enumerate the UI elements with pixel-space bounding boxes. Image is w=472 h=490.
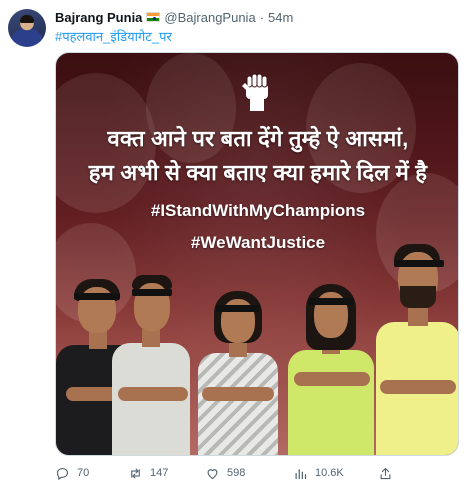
retweet-icon <box>131 468 140 478</box>
reply-count: 70 <box>77 467 90 479</box>
hashtag-link[interactable]: #पहलवान_इंडियागेट_पर <box>55 27 172 45</box>
raised-fist-icon <box>242 73 268 111</box>
heart-icon <box>207 468 218 479</box>
wrestler-figure <box>288 280 374 455</box>
reply-icon <box>56 467 69 480</box>
author-name[interactable]: Bajrang Punia <box>55 10 142 25</box>
views-chart-icon <box>295 468 307 479</box>
tweet-actions: 70 147 598 10.6K <box>55 464 455 482</box>
wrestler-figure <box>376 240 458 455</box>
like-button[interactable]: 598 <box>205 464 245 482</box>
share-icon <box>380 467 391 479</box>
tweet[interactable]: Bajrang Punia @BajrangPunia · 54m #पहलवा… <box>0 0 472 490</box>
like-count: 598 <box>227 467 246 479</box>
timestamp[interactable]: 54m <box>268 10 293 25</box>
separator-dot: · <box>259 9 265 25</box>
poem-line-1: वक्त आने पर बता देंगे तुम्हे ऐ आसमां, <box>107 126 409 151</box>
views-count: 10.6K <box>315 467 344 479</box>
avatar[interactable] <box>8 9 46 47</box>
wrestler-figure <box>112 269 192 455</box>
tweet-image[interactable]: वक्त आने पर बता देंगे तुम्हे ऐ आसमां, हम… <box>55 52 459 456</box>
retweet-button[interactable]: 147 <box>128 464 168 482</box>
author-handle[interactable]: @BajrangPunia <box>164 10 255 25</box>
retweet-count: 147 <box>150 467 169 479</box>
reply-button[interactable]: 70 <box>55 464 89 482</box>
indian-flag-icon <box>146 12 161 22</box>
tweet-header: Bajrang Punia @BajrangPunia · 54m <box>55 9 293 25</box>
image-hashtag-1: #IStandWithMyChampions <box>150 201 366 220</box>
wrestler-figure <box>198 285 278 455</box>
views-button[interactable]: 10.6K <box>293 464 344 482</box>
poem-line-2: हम अभी से क्या बताए क्या हमारे दिल में ह… <box>88 160 428 185</box>
share-button[interactable] <box>378 464 393 482</box>
